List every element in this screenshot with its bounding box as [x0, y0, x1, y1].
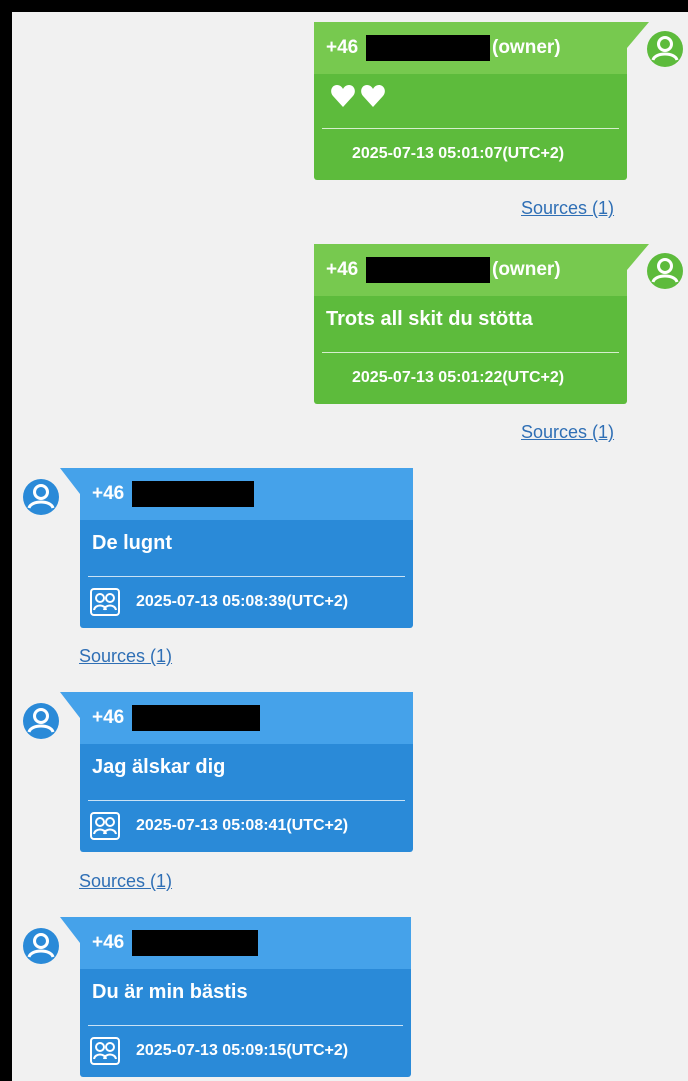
chat-panel: +46 (owner) 2025-07-13 05:01:07(UTC+2) S…	[12, 12, 688, 1081]
message-bubble: +46 Jag älskar dig 2025-07-13 05:08:41(U…	[60, 692, 413, 852]
sender-number: +46	[326, 37, 359, 58]
sender-number: +46	[92, 483, 125, 504]
message-header: +46	[60, 468, 413, 520]
message-timestamp: 2025-07-13 05:08:41(UTC+2)	[136, 817, 349, 834]
redaction-bar	[366, 257, 490, 283]
bubble-tail	[60, 917, 80, 943]
message-body	[314, 74, 627, 128]
redaction-bar	[132, 705, 260, 731]
message-bubble: +46 (owner) Trots all skit du stötta 202…	[314, 244, 649, 404]
group-icon	[90, 1037, 120, 1065]
message-footer: 2025-07-13 05:01:22(UTC+2)	[314, 353, 627, 403]
message-footer: 2025-07-13 05:01:07(UTC+2)	[314, 129, 627, 179]
heart-icon	[331, 85, 385, 107]
message-bubble: +46 (owner) 2025-07-13 05:01:07(UTC+2)	[314, 22, 649, 180]
group-icon	[90, 588, 120, 616]
message-text: Jag älskar dig	[92, 756, 226, 778]
message-contact-2: +46 Jag älskar dig 2025-07-13 05:08:41(U…	[12, 682, 688, 897]
sources-link[interactable]: Sources (1)	[521, 198, 614, 219]
message-footer: 2025-07-13 05:08:39(UTC+2)	[80, 577, 413, 627]
message-bubble: +46 Du är min bästis 2025-07-13 05:09:15…	[60, 917, 411, 1077]
redaction-bar	[132, 930, 258, 956]
message-timestamp: 2025-07-13 05:09:15(UTC+2)	[136, 1042, 349, 1059]
message-timestamp: 2025-07-13 05:08:39(UTC+2)	[136, 593, 349, 610]
message-text: De lugnt	[92, 532, 172, 554]
sender-number: +46	[326, 259, 359, 280]
message-footer: 2025-07-13 05:09:15(UTC+2)	[80, 1026, 411, 1076]
message-owner-1: +46 (owner) 2025-07-13 05:01:07(UTC+2) S…	[12, 12, 688, 227]
message-contact-3: +46 Du är min bästis 2025-07-13 05:09:15…	[12, 907, 688, 1081]
message-bubble: +46 De lugnt 2025-07-13 05:08:39(UTC+2)	[60, 468, 413, 628]
message-header: +46 (owner)	[314, 22, 649, 74]
sources-link[interactable]: Sources (1)	[521, 422, 614, 443]
avatar-icon	[23, 479, 59, 515]
sources-link[interactable]: Sources (1)	[79, 646, 172, 667]
avatar-icon	[23, 928, 59, 964]
message-header: +46	[60, 917, 411, 969]
avatar-icon	[647, 31, 683, 67]
bubble-tail	[60, 468, 80, 494]
redaction-bar	[366, 35, 490, 61]
message-contact-1: +46 De lugnt 2025-07-13 05:08:39(UTC+2) …	[12, 458, 688, 673]
message-owner-2: +46 (owner) Trots all skit du stötta 202…	[12, 234, 688, 449]
sender-number: +46	[92, 932, 125, 953]
redaction-bar	[132, 481, 254, 507]
sources-link[interactable]: Sources (1)	[79, 871, 172, 892]
owner-tag: (owner)	[492, 37, 561, 58]
message-timestamp: 2025-07-13 05:01:07(UTC+2)	[352, 145, 565, 162]
message-header: +46 (owner)	[314, 244, 649, 296]
avatar-icon	[647, 253, 683, 289]
group-icon	[90, 812, 120, 840]
message-header: +46	[60, 692, 413, 744]
sender-number: +46	[92, 707, 125, 728]
message-timestamp: 2025-07-13 05:01:22(UTC+2)	[352, 369, 565, 386]
message-text: Du är min bästis	[92, 981, 248, 1003]
bubble-tail	[60, 692, 80, 718]
message-text: Trots all skit du stötta	[326, 308, 533, 330]
avatar-icon	[23, 703, 59, 739]
message-footer: 2025-07-13 05:08:41(UTC+2)	[80, 801, 413, 851]
owner-tag: (owner)	[492, 259, 561, 280]
